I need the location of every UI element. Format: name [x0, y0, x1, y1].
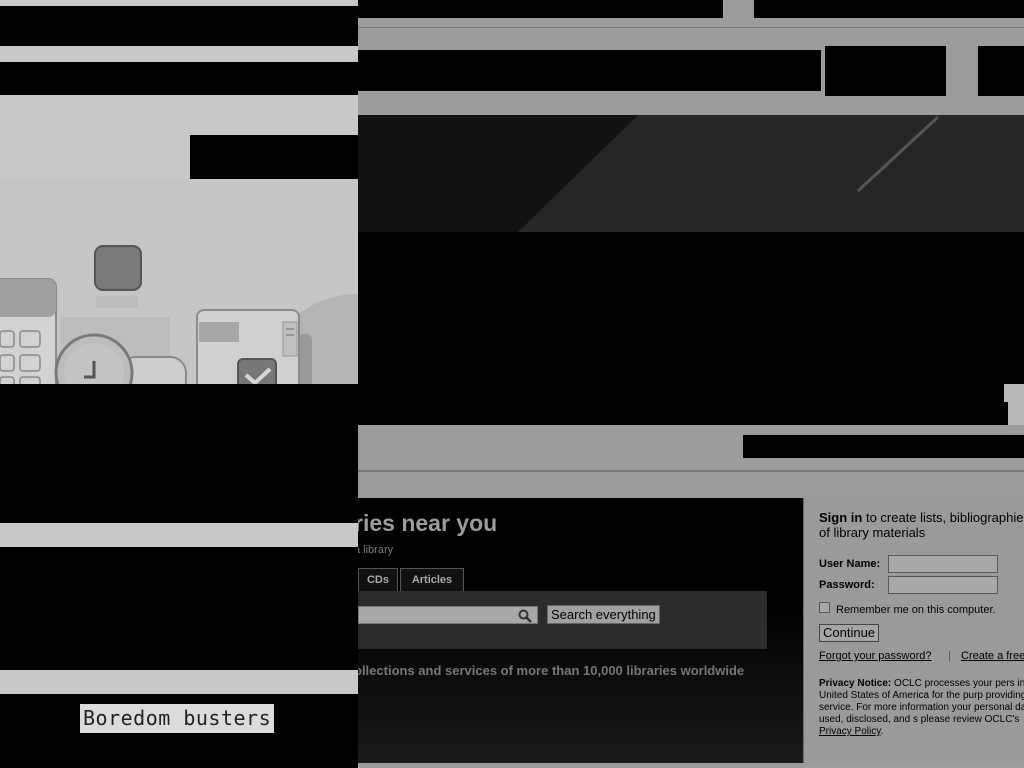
redacted-block: [1004, 402, 1008, 425]
redacted-block: [358, 232, 1024, 425]
hero-graphic: [358, 115, 1024, 232]
redacted-block[interactable]: [978, 46, 1024, 96]
library-search: ries near you a library CDs Articles Sea…: [358, 498, 803, 763]
remember-me-checkbox[interactable]: [819, 602, 830, 613]
left-panel: Boredom busters: [0, 0, 358, 768]
search-tagline: ollections and services of more than 10,…: [358, 663, 745, 678]
search-everything-button[interactable]: Search everything: [547, 605, 660, 624]
password-field[interactable]: [888, 576, 998, 594]
checkbox-icon: [237, 358, 277, 384]
continue-button[interactable]: Continue: [819, 624, 880, 642]
panel-edge: [1004, 384, 1024, 402]
redacted-block: [358, 50, 821, 91]
hero-banner: [358, 115, 1024, 232]
illustration-graphic: [0, 245, 358, 384]
redacted-block: [358, 0, 723, 18]
redacted-block: [190, 135, 358, 179]
privacy-notice-bold: Privacy Notice:: [819, 678, 892, 689]
search-title: ries near you: [358, 510, 498, 536]
redacted-block: [754, 0, 1024, 18]
search-bar: Search everything: [358, 591, 767, 649]
divider: [358, 470, 1024, 472]
remember-me-label: Remember me on this computer.: [836, 604, 996, 616]
redacted-block: [0, 384, 358, 523]
calculator-icon: [0, 278, 57, 384]
redacted-block: [0, 6, 358, 46]
link-separator: |: [948, 650, 951, 662]
forgot-password-link[interactable]: Forgot your password?: [819, 650, 932, 662]
redacted-block: [0, 62, 358, 95]
sign-in-heading-bold: Sign in: [819, 510, 863, 525]
tab-articles[interactable]: Articles: [400, 568, 464, 591]
sign-in-heading: Sign in to create lists, bibliographie r…: [819, 510, 1024, 540]
redacted-block[interactable]: [825, 46, 946, 96]
privacy-notice: Privacy Notice: OCLC processes your pers…: [819, 678, 1024, 738]
redacted-block: [0, 547, 358, 670]
privacy-policy-link[interactable]: Privacy Policy: [819, 726, 881, 737]
search-icon[interactable]: [518, 609, 532, 623]
divider: [358, 27, 1024, 28]
username-field[interactable]: [888, 555, 998, 573]
search-input[interactable]: [358, 606, 538, 624]
redacted-block[interactable]: [743, 435, 1024, 458]
sign-in-panel: Sign in to create lists, bibliographie r…: [803, 498, 1024, 763]
privacy-notice-end: .: [880, 726, 884, 737]
tab-cds[interactable]: CDs: [358, 568, 398, 591]
productivity-illustration: [0, 179, 358, 384]
password-label: Password:: [819, 579, 875, 591]
create-account-link[interactable]: Create a free: [961, 650, 1024, 662]
search-subtitle: a library: [358, 544, 394, 556]
right-panel: ries near you a library CDs Articles Sea…: [358, 0, 1024, 768]
username-label: User Name:: [819, 558, 881, 570]
card-caption: Boredom busters: [80, 704, 275, 733]
